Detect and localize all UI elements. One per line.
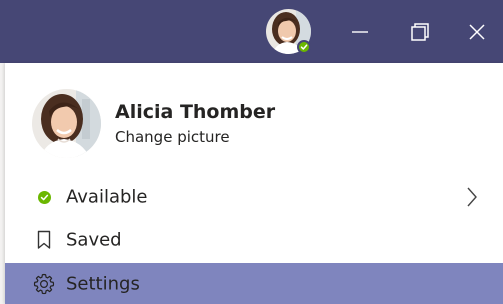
title-bar — [0, 0, 503, 63]
close-icon — [468, 23, 485, 40]
menu-item-available[interactable]: Available — [5, 176, 503, 218]
menu-item-settings[interactable]: Settings — [5, 263, 503, 304]
profile-name: Alicia Thomber — [115, 101, 276, 123]
menu-item-label: Saved — [66, 229, 122, 251]
presence-available-icon — [297, 40, 311, 54]
minimize-icon — [352, 30, 368, 33]
profile-avatar[interactable] — [32, 89, 101, 158]
restore-icon — [411, 22, 429, 41]
bookmark-icon — [33, 229, 55, 251]
user-avatar-image — [32, 89, 101, 158]
gear-icon — [33, 273, 55, 295]
status-available-icon — [33, 186, 55, 208]
restore-button[interactable] — [390, 0, 450, 63]
teams-window: Alicia Thomber Change picture Available … — [0, 0, 503, 304]
change-picture-link[interactable]: Change picture — [115, 128, 230, 146]
menu-item-saved[interactable]: Saved — [5, 219, 503, 261]
menu-item-label: Settings — [66, 273, 140, 294]
minimize-button[interactable] — [330, 0, 390, 63]
menu-item-label: Available — [66, 186, 148, 208]
profile-header: Alicia Thomber Change picture — [5, 63, 503, 169]
chevron-right-icon — [467, 187, 477, 207]
close-button[interactable] — [450, 0, 503, 63]
profile-menu: Alicia Thomber Change picture Available … — [5, 63, 503, 304]
